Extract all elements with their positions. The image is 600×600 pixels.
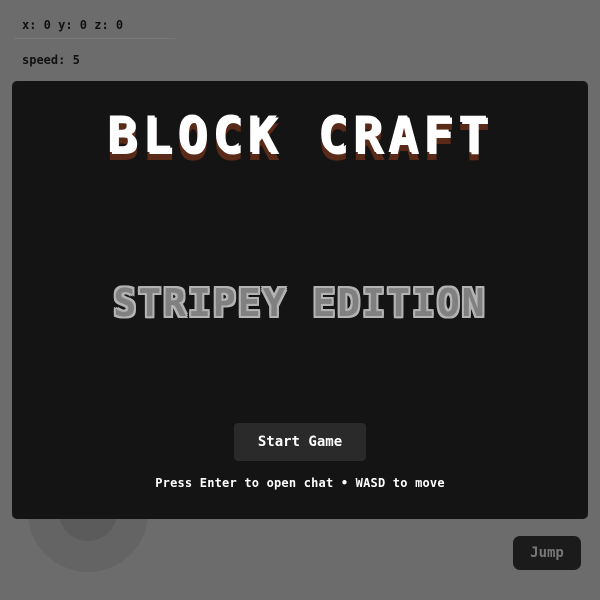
coordinates-readout: x: 0 y: 0 z: 0 (14, 12, 175, 39)
game-title: BLOCK CRAFT (106, 106, 494, 164)
game-viewport[interactable]: x: 0 y: 0 z: 0 speed: 5 Jump BLOCK CRAFT… (0, 0, 600, 600)
start-game-button[interactable]: Start Game (234, 423, 366, 461)
jump-button[interactable]: Jump (513, 536, 581, 570)
speed-readout: speed: 5 (22, 53, 80, 67)
edition-subtitle: STRIPEY EDITION (113, 281, 487, 325)
controls-hint: Press Enter to open chat • WASD to move (155, 476, 445, 490)
